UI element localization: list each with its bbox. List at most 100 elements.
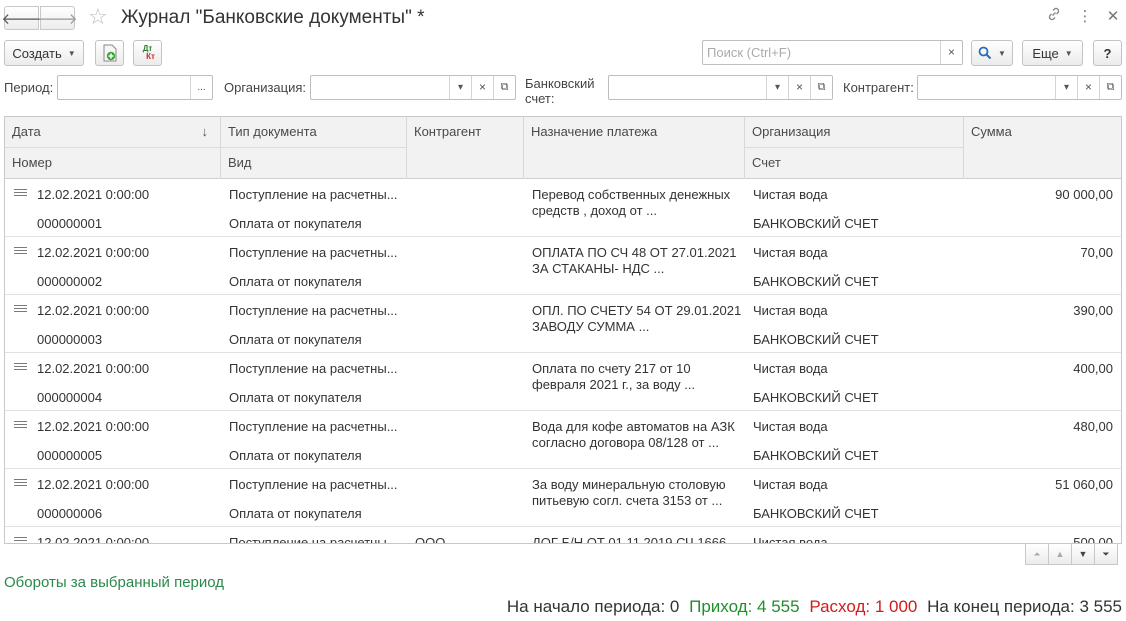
row-doc-type: Поступление на расчетны...: [229, 419, 398, 434]
col-purpose[interactable]: Назначение платежа: [524, 117, 745, 179]
row-account: БАНКОВСКИЙ СЧЕТ: [753, 332, 879, 347]
link-icon[interactable]: [1043, 6, 1065, 28]
turnover-link[interactable]: Обороты за выбранный период: [4, 574, 224, 591]
row-kind: Оплата от покупателя: [229, 274, 362, 289]
scroll-up-button[interactable]: ▲: [1048, 543, 1072, 565]
income-total: Приход: 4 555: [689, 597, 800, 616]
row-account: БАНКОВСКИЙ СЧЕТ: [753, 390, 879, 405]
row-contractor: ООО: [415, 535, 446, 544]
table-row[interactable]: 12.02.2021 0:00:00 000000005 Поступление…: [5, 411, 1121, 469]
table-row[interactable]: 12.02.2021 0:00:00 Поступление на расчет…: [5, 527, 1121, 544]
col-contractor[interactable]: Контрагент: [407, 117, 524, 179]
scroll-buttons: ⏶ ▲ ▼ ⏷: [1025, 543, 1118, 565]
dtkt-button[interactable]: Дт Кт: [133, 40, 162, 66]
contractor-label: Контрагент:: [843, 80, 914, 95]
search-button[interactable]: ▼: [971, 40, 1013, 66]
contractor-field[interactable]: ▾ × ⧉: [917, 75, 1122, 100]
row-account: БАНКОВСКИЙ СЧЕТ: [753, 506, 879, 521]
table-row[interactable]: 12.02.2021 0:00:00 000000002 Поступление…: [5, 237, 1121, 295]
organization-field[interactable]: ▾ × ⧉: [310, 75, 516, 100]
create-button[interactable]: Создать ▼: [4, 40, 84, 66]
contractor-clear-icon[interactable]: ×: [1077, 76, 1099, 99]
sort-desc-icon: ↓: [201, 124, 209, 139]
col-amount[interactable]: Сумма: [964, 117, 1121, 179]
contractor-dropdown-icon[interactable]: ▾: [1055, 76, 1077, 99]
col-kind[interactable]: Вид: [221, 148, 407, 179]
document-icon: [14, 189, 27, 199]
help-button[interactable]: ?: [1093, 40, 1122, 66]
close-icon[interactable]: ✕: [1102, 6, 1124, 28]
row-amount: 390,00: [1073, 303, 1113, 318]
bank-account-field[interactable]: ▾ × ⧉: [608, 75, 833, 100]
organization-clear-icon[interactable]: ×: [471, 76, 493, 99]
arrow-left-icon: 🡐: [1, 10, 42, 28]
end-balance: На конец периода: 3 555: [927, 597, 1122, 616]
scroll-first-button[interactable]: ⏶: [1025, 543, 1049, 565]
col-date-label: Дата: [12, 124, 41, 139]
row-organization: Чистая вода: [753, 477, 828, 492]
bank-account-dropdown-icon[interactable]: ▾: [766, 76, 788, 99]
row-doc-type: Поступление на расчетны...: [229, 245, 398, 260]
bank-account-clear-icon[interactable]: ×: [788, 76, 810, 99]
row-doc-type: Поступление на расчетны...: [229, 477, 398, 492]
scroll-last-button[interactable]: ⏷: [1094, 543, 1118, 565]
row-date: 12.02.2021 0:00:00: [37, 303, 150, 318]
col-organization[interactable]: Организация: [745, 117, 964, 148]
row-purpose: Перевод собственных денежных средств , д…: [532, 187, 731, 218]
search-clear-button[interactable]: ×: [940, 41, 962, 64]
document-icon: [14, 421, 27, 431]
row-doc-type: Поступление на расчетны...: [229, 303, 398, 318]
more-vertical-icon[interactable]: ⋮: [1074, 6, 1096, 28]
table-row[interactable]: 12.02.2021 0:00:00 000000001 Поступление…: [5, 179, 1121, 237]
col-doc-type[interactable]: Тип документа: [221, 117, 407, 148]
row-kind: Оплата от покупателя: [229, 216, 362, 231]
period-label: Период:: [4, 80, 54, 95]
search-box: ×: [702, 40, 963, 65]
row-doc-type: Поступление на расчетны...: [229, 187, 398, 202]
table-row[interactable]: 12.02.2021 0:00:00 000000003 Поступление…: [5, 295, 1121, 353]
row-date: 12.02.2021 0:00:00: [37, 361, 150, 376]
row-number: 000000001: [37, 216, 103, 231]
col-account[interactable]: Счет: [745, 148, 964, 179]
add-document-button[interactable]: [95, 40, 124, 66]
organization-open-icon[interactable]: ⧉: [493, 76, 515, 99]
period-field[interactable]: ...: [57, 75, 213, 100]
row-date: 12.02.2021 0:00:00: [37, 477, 150, 492]
bank-account-open-icon[interactable]: ⧉: [810, 76, 832, 99]
row-organization: Чистая вода: [753, 245, 828, 260]
more-button[interactable]: Еще ▼: [1022, 40, 1083, 66]
organization-dropdown-icon[interactable]: ▾: [449, 76, 471, 99]
create-label: Создать: [12, 45, 62, 61]
chevron-down-icon: ▼: [1064, 48, 1073, 58]
scroll-down-button[interactable]: ▼: [1071, 543, 1095, 565]
period-select-button[interactable]: ...: [190, 76, 212, 99]
bank-account-label: Банковский счет:: [525, 76, 594, 106]
document-icon: [14, 479, 27, 489]
contractor-open-icon[interactable]: ⧉: [1099, 76, 1121, 99]
table-header: Дата ↓ Номер Тип документа Вид Контраген…: [5, 117, 1121, 179]
row-doc-type: Поступление на расчетны...: [229, 535, 398, 544]
row-purpose: Вода для кофе автоматов на АЗК согласно …: [532, 419, 735, 450]
row-organization: Чистая вода: [753, 187, 828, 202]
add-document-icon: [103, 44, 116, 62]
row-kind: Оплата от покупателя: [229, 390, 362, 405]
table-row[interactable]: 12.02.2021 0:00:00 000000004 Поступление…: [5, 353, 1121, 411]
table-row[interactable]: 12.02.2021 0:00:00 000000006 Поступление…: [5, 469, 1121, 527]
expense-total: Расход: 1 000: [809, 597, 918, 616]
col-number[interactable]: Номер: [5, 148, 221, 179]
row-amount: 70,00: [1080, 245, 1113, 260]
row-amount: 400,00: [1073, 361, 1113, 376]
row-purpose: ОПЛАТА ПО СЧ 48 ОТ 27.01.2021 ЗА СТАКАНЫ…: [532, 245, 737, 276]
star-icon[interactable]: ☆: [88, 5, 108, 29]
chevron-down-icon: ▼: [998, 48, 1006, 58]
search-input[interactable]: [703, 41, 941, 64]
bank-account-label-line2: счет:: [525, 91, 555, 106]
forward-button[interactable]: 🡒: [37, 6, 78, 30]
row-purpose: За воду минеральную столовую питьевую со…: [532, 477, 726, 508]
col-date[interactable]: Дата ↓: [5, 117, 221, 148]
back-button[interactable]: 🡐: [1, 6, 42, 30]
document-icon: [14, 363, 27, 373]
documents-table[interactable]: Дата ↓ Номер Тип документа Вид Контраген…: [4, 116, 1122, 544]
row-organization: Чистая вода: [753, 303, 828, 318]
row-kind: Оплата от покупателя: [229, 448, 362, 463]
